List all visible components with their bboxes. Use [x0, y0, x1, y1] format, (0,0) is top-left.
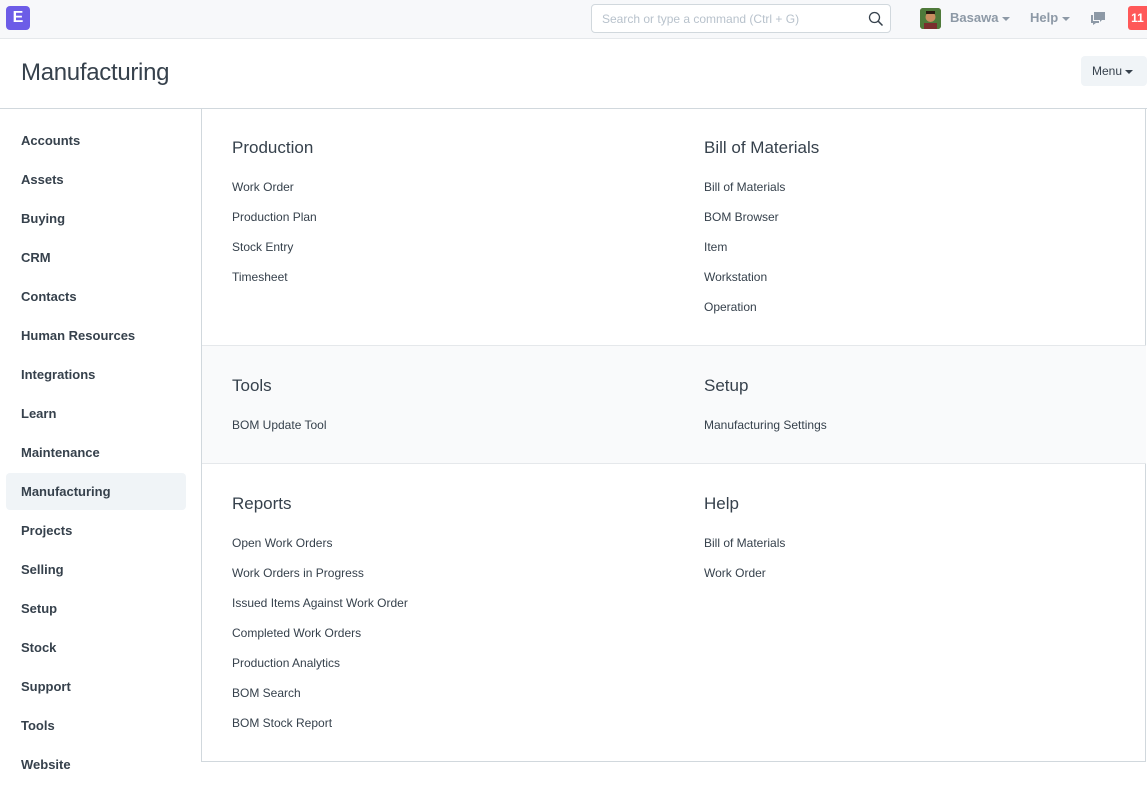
top-navbar: E Basawa Help 11: [0, 0, 1147, 39]
link-work-orders-in-progress[interactable]: Work Orders in Progress: [232, 558, 408, 588]
sidebar-item-tools[interactable]: Tools: [6, 707, 186, 744]
sidebar-item-stock[interactable]: Stock: [6, 629, 186, 666]
link-issued-items-against-work-order[interactable]: Issued Items Against Work Order: [232, 588, 408, 618]
section-title: Production: [232, 138, 314, 157]
chevron-down-icon: [1125, 69, 1134, 74]
link-open-work-orders[interactable]: Open Work Orders: [232, 528, 408, 558]
section-row: Reports Open Work Orders Work Orders in …: [202, 464, 1146, 760]
link-operation[interactable]: Operation: [704, 292, 819, 322]
link-work-order[interactable]: Work Order: [232, 172, 317, 202]
sidebar-item-integrations[interactable]: Integrations: [6, 356, 186, 393]
section-bill-of-materials: Bill of Materials Bill of Materials BOM …: [704, 108, 819, 322]
app-logo[interactable]: E: [6, 6, 30, 30]
link-bom-update-tool[interactable]: BOM Update Tool: [232, 410, 327, 440]
link-completed-work-orders[interactable]: Completed Work Orders: [232, 618, 408, 648]
link-item[interactable]: Item: [704, 232, 819, 262]
sidebar-item-selling[interactable]: Selling: [6, 551, 186, 588]
section-title: Reports: [232, 494, 292, 513]
chat-icon[interactable]: [1089, 9, 1107, 27]
sidebar-item-contacts[interactable]: Contacts: [6, 278, 186, 315]
search-input[interactable]: [592, 5, 862, 32]
section-help: Help Bill of Materials Work Order: [704, 464, 785, 588]
section-title: Bill of Materials: [704, 138, 820, 157]
avatar[interactable]: [920, 8, 941, 29]
sidebar-item-support[interactable]: Support: [6, 668, 186, 705]
sidebar-item-manufacturing[interactable]: Manufacturing: [6, 473, 186, 510]
link-manufacturing-settings[interactable]: Manufacturing Settings: [704, 410, 827, 440]
section-row: Tools BOM Update Tool Setup Manufacturin…: [202, 345, 1146, 464]
section-tools: Tools BOM Update Tool: [232, 346, 327, 440]
sidebar-item-setup[interactable]: Setup: [6, 590, 186, 627]
chevron-down-icon: [1002, 16, 1011, 21]
section-title: Help: [704, 494, 739, 513]
sidebar-item-assets[interactable]: Assets: [6, 161, 186, 198]
section-reports: Reports Open Work Orders Work Orders in …: [232, 464, 408, 738]
search-icon[interactable]: [868, 11, 884, 27]
avatar-image-icon: [920, 8, 941, 29]
user-name: Basawa: [950, 10, 999, 25]
section-setup: Setup Manufacturing Settings: [704, 346, 827, 440]
sidebar-item-learn[interactable]: Learn: [6, 395, 186, 432]
section-title: Tools: [232, 376, 272, 395]
user-menu[interactable]: Basawa: [950, 10, 1011, 25]
module-content: Production Work Order Production Plan St…: [201, 108, 1146, 762]
module-sidebar: Accounts Assets Buying CRM Contacts Huma…: [6, 122, 186, 785]
sidebar-item-projects[interactable]: Projects: [6, 512, 186, 549]
link-help-work-order[interactable]: Work Order: [704, 558, 785, 588]
section-title: Setup: [704, 376, 749, 395]
link-bom-browser[interactable]: BOM Browser: [704, 202, 819, 232]
menu-label: Menu: [1092, 64, 1123, 78]
link-timesheet[interactable]: Timesheet: [232, 262, 317, 292]
section-row: Production Work Order Production Plan St…: [202, 108, 1146, 345]
sidebar-item-maintenance[interactable]: Maintenance: [6, 434, 186, 471]
sidebar-item-human-resources[interactable]: Human Resources: [6, 317, 186, 354]
link-workstation[interactable]: Workstation: [704, 262, 819, 292]
link-production-plan[interactable]: Production Plan: [232, 202, 317, 232]
help-menu[interactable]: Help: [1030, 10, 1071, 25]
notification-badge[interactable]: 11: [1128, 6, 1147, 30]
sidebar-item-buying[interactable]: Buying: [6, 200, 186, 237]
sidebar-item-crm[interactable]: CRM: [6, 239, 186, 276]
awesome-bar: [591, 4, 891, 33]
link-bom-stock-report[interactable]: BOM Stock Report: [232, 708, 408, 738]
page-title: Manufacturing: [21, 59, 170, 86]
link-bill-of-materials[interactable]: Bill of Materials: [704, 172, 819, 202]
sidebar-item-website[interactable]: Website: [6, 746, 186, 783]
sidebar-item-accounts[interactable]: Accounts: [6, 122, 186, 159]
help-label: Help: [1030, 10, 1059, 25]
link-stock-entry[interactable]: Stock Entry: [232, 232, 317, 262]
link-production-analytics[interactable]: Production Analytics: [232, 648, 408, 678]
section-production: Production Work Order Production Plan St…: [232, 108, 317, 292]
link-help-bill-of-materials[interactable]: Bill of Materials: [704, 528, 785, 558]
link-bom-search[interactable]: BOM Search: [232, 678, 408, 708]
chevron-down-icon: [1062, 16, 1071, 21]
menu-button[interactable]: Menu: [1081, 56, 1147, 86]
